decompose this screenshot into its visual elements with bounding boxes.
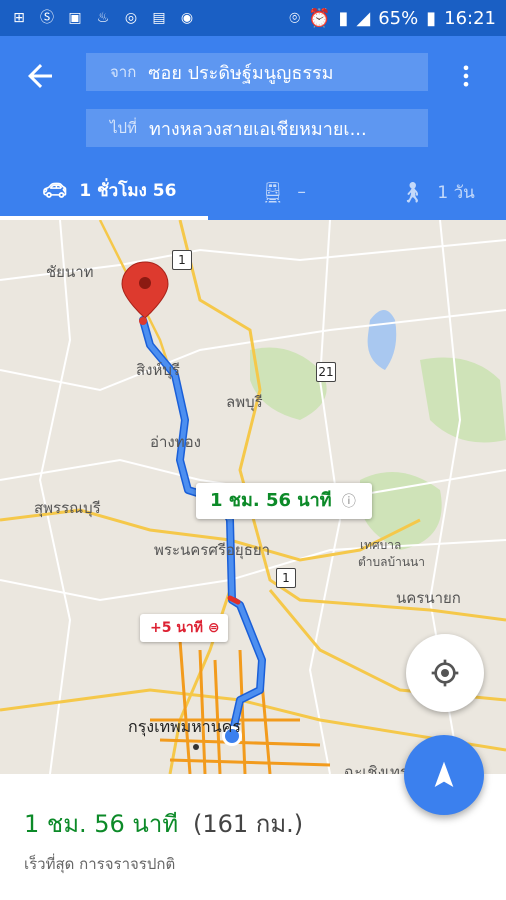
info-icon: ⓘ: [341, 494, 356, 510]
map-label-chainat: ชัยนาท: [46, 263, 94, 281]
battery-level: 65%: [378, 7, 419, 29]
map-label-nakhonnayok: นครนายก: [396, 589, 461, 607]
destination-prefix: ไปที่: [110, 119, 137, 137]
tab-transit[interactable]: 🚆︎ –: [208, 164, 358, 220]
tab-walking[interactable]: 🚶︎ 1 วัน: [358, 164, 506, 220]
clock: 16:21: [444, 7, 496, 29]
route-time-text: 1 ชม. 56 นาที: [210, 490, 332, 511]
s-icon: Ⓢ: [40, 10, 54, 26]
notification-icon: ⊞: [13, 10, 25, 26]
location-icon: ⌾: [289, 7, 301, 29]
highway-shield: 1: [172, 250, 192, 270]
destination-field[interactable]: ไปที่ ทางหลวงสายเอเชียหมายเ...: [86, 109, 428, 147]
alarm-icon: ⏰: [308, 7, 331, 29]
jr-icon: ◎: [124, 10, 138, 26]
origin-field[interactable]: จาก ซอย ประดิษฐ์มนูญธรรม: [86, 53, 428, 91]
status-icons: ⊞ Ⓢ ▣ ♨ ◎ ▤ ◉: [10, 9, 196, 27]
signal-icon: ◢: [356, 7, 371, 29]
tab-transit-label: –: [297, 182, 306, 202]
traffic-icon: ⊜: [207, 620, 220, 636]
map-label-tambon: ตำบลบ้านนา: [358, 555, 426, 569]
route-duration: 1 ชม. 56 นาที: [24, 810, 179, 838]
app-icon: ▤: [152, 10, 166, 26]
sim-icon: ▮: [338, 7, 349, 29]
destination-pin-icon[interactable]: [121, 261, 169, 325]
highway-shield: 1: [276, 568, 296, 588]
more-options-button[interactable]: [452, 58, 480, 94]
car-icon: 🚗︎: [42, 178, 68, 202]
map-label-bangkok: กรุงเทพมหานคร: [128, 717, 241, 736]
traffic-delay-callout[interactable]: +5 นาที ⊜: [140, 614, 228, 642]
travel-mode-tabs: 🚗︎ 1 ชั่วโมง 56 🚆︎ – 🚶︎ 1 วัน: [0, 164, 506, 220]
arrow-back-icon: [28, 64, 52, 88]
status-bar: ⊞ Ⓢ ▣ ♨ ◎ ▤ ◉ ⌾ ⏰ ▮ ◢ 65% ▮ 16:21: [0, 0, 506, 36]
camera-icon: ◉: [180, 10, 194, 26]
directions-header: จาก ซอย ประดิษฐ์มนูญธรรม ไปที่ ทางหลวงสา…: [0, 36, 506, 220]
walk-icon: 🚶︎: [400, 180, 426, 204]
image-icon: ▣: [68, 10, 82, 26]
destination-value: ทางหลวงสายเอเชียหมายเ...: [148, 118, 367, 140]
highway-shield: 21: [316, 362, 336, 382]
map-label-ayutthaya: พระนครศรีอยุธยา: [154, 541, 271, 559]
battery-icon: ▮: [426, 7, 437, 29]
navigation-arrow-icon: [434, 761, 454, 787]
fire-icon: ♨: [96, 10, 110, 26]
origin-prefix: จาก: [110, 63, 137, 81]
back-button[interactable]: [22, 58, 58, 94]
my-location-button[interactable]: [406, 634, 484, 712]
map-label-singburi: สิงห์บุรี: [136, 361, 180, 379]
route-distance: (161 กม.): [193, 810, 304, 838]
tab-driving-label: 1 ชั่วโมง 56: [79, 180, 177, 201]
origin-value: ซอย ประดิษฐ์มนูญธรรม: [148, 62, 334, 84]
more-vert-icon: [463, 65, 469, 87]
train-icon: 🚆︎: [260, 180, 286, 204]
start-navigation-button[interactable]: [404, 735, 484, 815]
tab-walking-label: 1 วัน: [437, 182, 475, 203]
tab-driving[interactable]: 🚗︎ 1 ชั่วโมง 56: [0, 164, 208, 220]
my-location-icon: [431, 659, 459, 687]
route-description: เร็วที่สุด การจราจรปกติ: [24, 855, 176, 873]
map-label-suphanburi: สุพรรณบุรี: [34, 499, 101, 517]
route-time-callout[interactable]: 1 ชม. 56 นาที ⓘ: [196, 483, 372, 519]
map-label-angthong: อ่างทอง: [150, 433, 201, 451]
map-label-lopburi: ลพบุรี: [226, 393, 263, 411]
delay-text: +5 นาที: [150, 620, 204, 636]
